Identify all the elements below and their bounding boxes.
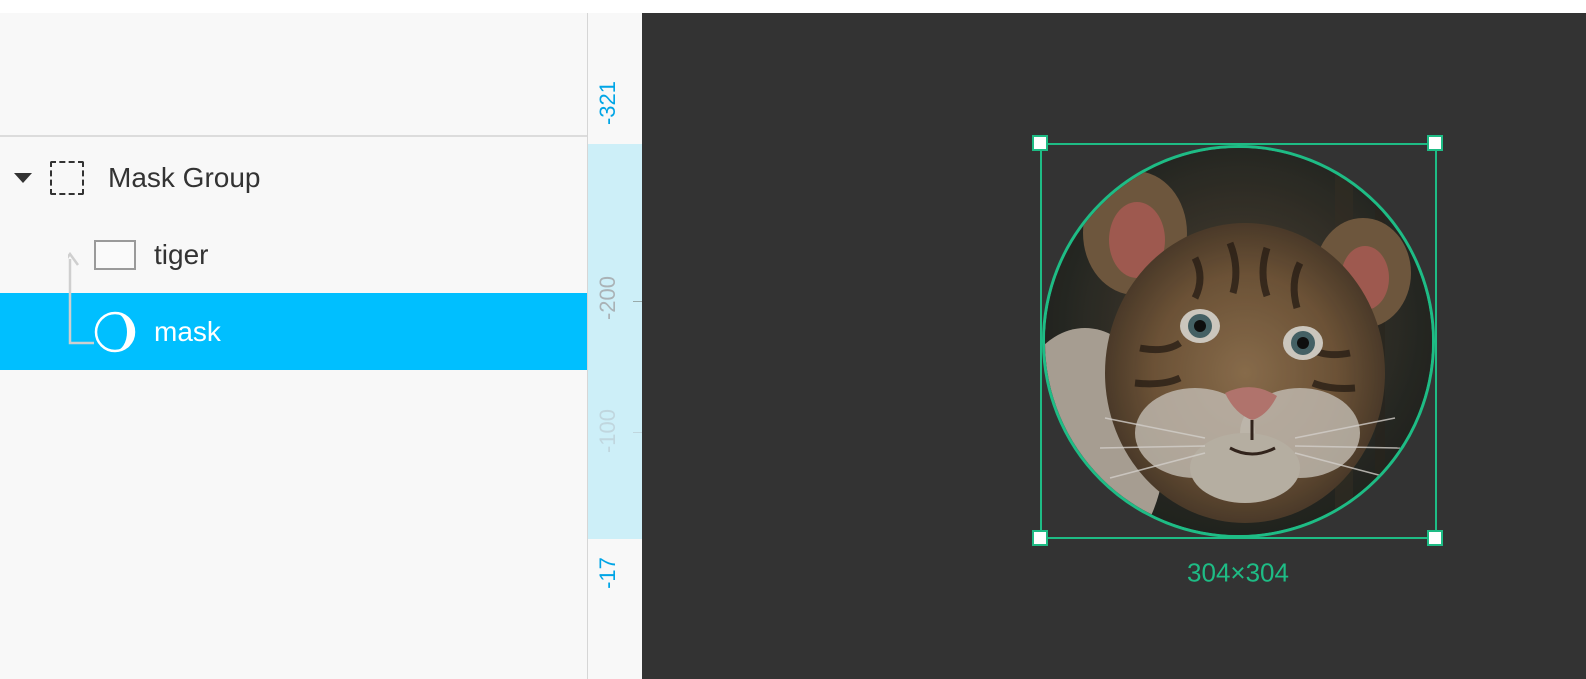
selection-dimensions-label: 304×304 — [1187, 557, 1289, 588]
rectangle-icon — [94, 239, 136, 270]
mask-icon — [94, 311, 136, 352]
mask-group-icon — [50, 160, 84, 195]
layers-panel: Mask Group tiger mask — [0, 13, 587, 679]
ruler-label-bottom: -17 — [595, 557, 620, 589]
layer-label: Mask Group — [108, 161, 261, 193]
disclosure-caret-icon[interactable] — [14, 172, 32, 183]
design-canvas[interactable]: 304×304 — [642, 13, 1586, 679]
resize-handle-bottom-left[interactable] — [1032, 530, 1048, 546]
ruler-label: -100 — [595, 408, 620, 454]
ruler-label-top: -321 — [595, 80, 620, 126]
resize-handle-top-right[interactable] — [1427, 135, 1443, 151]
ruler-tick — [633, 301, 642, 302]
layer-label: mask — [154, 315, 221, 347]
vertical-ruler: -321 -200 -100 -17 — [587, 13, 642, 679]
layer-label: tiger — [154, 238, 209, 270]
resize-handle-bottom-right[interactable] — [1427, 530, 1443, 546]
panel-divider — [0, 135, 587, 137]
ruler-label: -200 — [595, 275, 620, 321]
selection-bounding-box — [1040, 143, 1437, 539]
layer-row-mask-group[interactable]: Mask Group — [0, 139, 587, 216]
ruler-selection-highlight — [588, 144, 642, 539]
resize-handle-top-left[interactable] — [1032, 135, 1048, 151]
top-strip — [0, 0, 1586, 13]
mask-connector-arrow-icon — [68, 251, 94, 345]
ruler-tick — [633, 432, 642, 433]
